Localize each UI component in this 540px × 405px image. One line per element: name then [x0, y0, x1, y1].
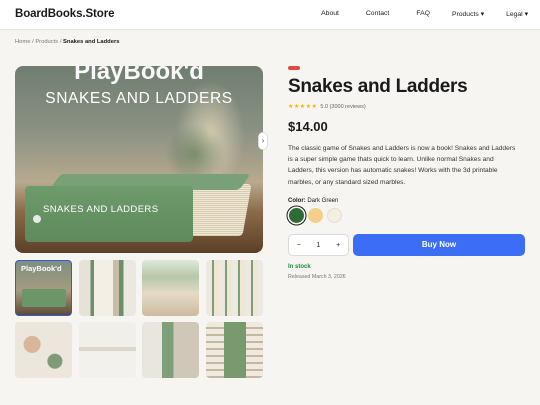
book-illustration: SNAKES AND LADDERS	[25, 174, 252, 244]
breadcrumb-products[interactable]: Products	[35, 39, 58, 45]
star-rating-icon: ★★★★★	[288, 104, 318, 110]
buy-now-button[interactable]: Buy Now	[353, 234, 525, 256]
book-spine-text: SNAKES AND LADDERS	[43, 204, 159, 215]
gallery-thumbnail-1[interactable]: PlayBook'd	[15, 260, 72, 316]
image-overlay-subtitle: SNAKES AND LADDERS	[45, 90, 233, 107]
color-selected-value: Dark Green	[307, 198, 339, 204]
thumbnail-overlay-text: PlayBook'd	[21, 264, 62, 273]
nav-legal[interactable]: Legal ▾	[506, 10, 528, 18]
quantity-increase-button[interactable]: +	[328, 242, 348, 249]
product-title: Snakes and Ladders	[288, 76, 468, 97]
breadcrumb-current: Snakes and Ladders	[63, 39, 120, 45]
site-header: BoardBooks.Store About Contact FAQ Produ…	[0, 0, 540, 30]
gallery-thumbnail-6[interactable]	[79, 322, 136, 378]
brand-logo[interactable]: BoardBooks.Store	[15, 8, 114, 20]
stock-status: In stock	[288, 264, 311, 270]
thumbnail-book	[22, 289, 66, 307]
main-product-image[interactable]: PlayBook'd SNAKES AND LADDERS SNAKES AND…	[15, 66, 263, 253]
quantity-input[interactable]: 1	[309, 242, 329, 249]
quantity-decrease-button[interactable]: −	[289, 242, 309, 249]
nav-about[interactable]: About	[321, 10, 339, 18]
product-description: The classic game of Snakes and Ladders i…	[288, 145, 516, 186]
image-overlay-title: PlayBook'd	[74, 66, 204, 85]
gallery-thumbnail-4[interactable]	[206, 260, 263, 316]
marble-icon	[33, 215, 41, 223]
color-swatch-cream[interactable]	[327, 208, 342, 223]
breadcrumb: Home / Products / Snakes and Ladders	[15, 39, 119, 45]
gallery-next-arrow-icon[interactable]: ›	[258, 132, 268, 150]
gallery-thumbnail-2[interactable]	[79, 260, 136, 316]
color-label-key: Color:	[288, 198, 306, 204]
nav-faq[interactable]: FAQ	[416, 10, 430, 18]
color-swatch-yellow[interactable]	[308, 208, 323, 223]
gallery-thumbnail-3[interactable]	[142, 260, 199, 316]
gallery-thumbnail-8[interactable]	[206, 322, 263, 378]
gallery-thumbnail-5[interactable]	[15, 322, 72, 378]
color-label: Color: Dark Green	[288, 198, 338, 204]
gallery-thumbnail-7[interactable]	[142, 322, 199, 378]
breadcrumb-home[interactable]: Home	[15, 39, 30, 45]
product-price: $14.00	[288, 119, 328, 134]
rating-text: 5.0 (3000 reviews)	[320, 104, 366, 110]
nav-contact[interactable]: Contact	[366, 10, 389, 18]
badge-accent	[288, 66, 300, 70]
book-spine: SNAKES AND LADDERS	[25, 186, 193, 242]
main-nav: About Contact FAQ Products ▾ Legal ▾	[321, 10, 528, 18]
product-rating[interactable]: ★★★★★ 5.0 (3000 reviews)	[288, 103, 366, 110]
nav-products[interactable]: Products ▾	[452, 10, 484, 18]
thumbnail-book-spine	[224, 322, 246, 378]
quantity-stepper: − 1 +	[288, 234, 349, 256]
color-swatch-dark-green[interactable]	[289, 208, 304, 223]
release-date: Released March 3, 2026	[288, 274, 346, 280]
